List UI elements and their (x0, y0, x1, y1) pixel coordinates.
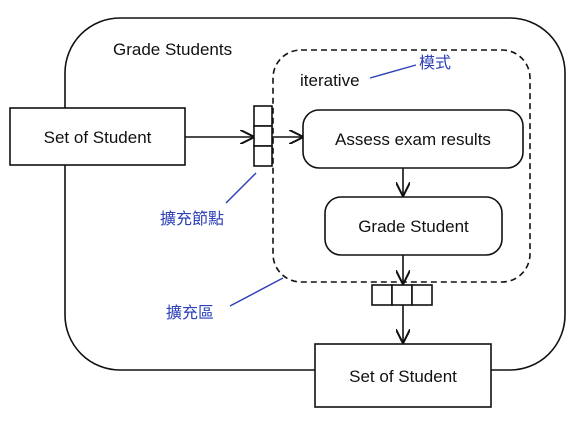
annotation-expansion-region: 擴充區 (166, 304, 214, 322)
output-expansion-node (371, 284, 433, 306)
output-pin-label: Set of Student (349, 367, 457, 386)
action-grade-label: Grade Student (358, 217, 469, 236)
action-assess-label: Assess exam results (335, 130, 491, 149)
input-expansion-node (253, 105, 273, 167)
activity-diagram: Grade Students iterative Set of Student … (9, 17, 566, 408)
input-pin-label: Set of Student (44, 128, 152, 147)
annotation-mode: 模式 (419, 54, 451, 72)
annotation-pointer-expansion-node (225, 172, 257, 204)
mode-keyword: iterative (300, 71, 360, 90)
activity-title: Grade Students (113, 40, 232, 59)
annotation-expansion-node: 擴充節點 (160, 210, 224, 228)
annotation-pointer-expansion-region (229, 277, 284, 307)
annotation-pointer-mode (369, 64, 417, 79)
